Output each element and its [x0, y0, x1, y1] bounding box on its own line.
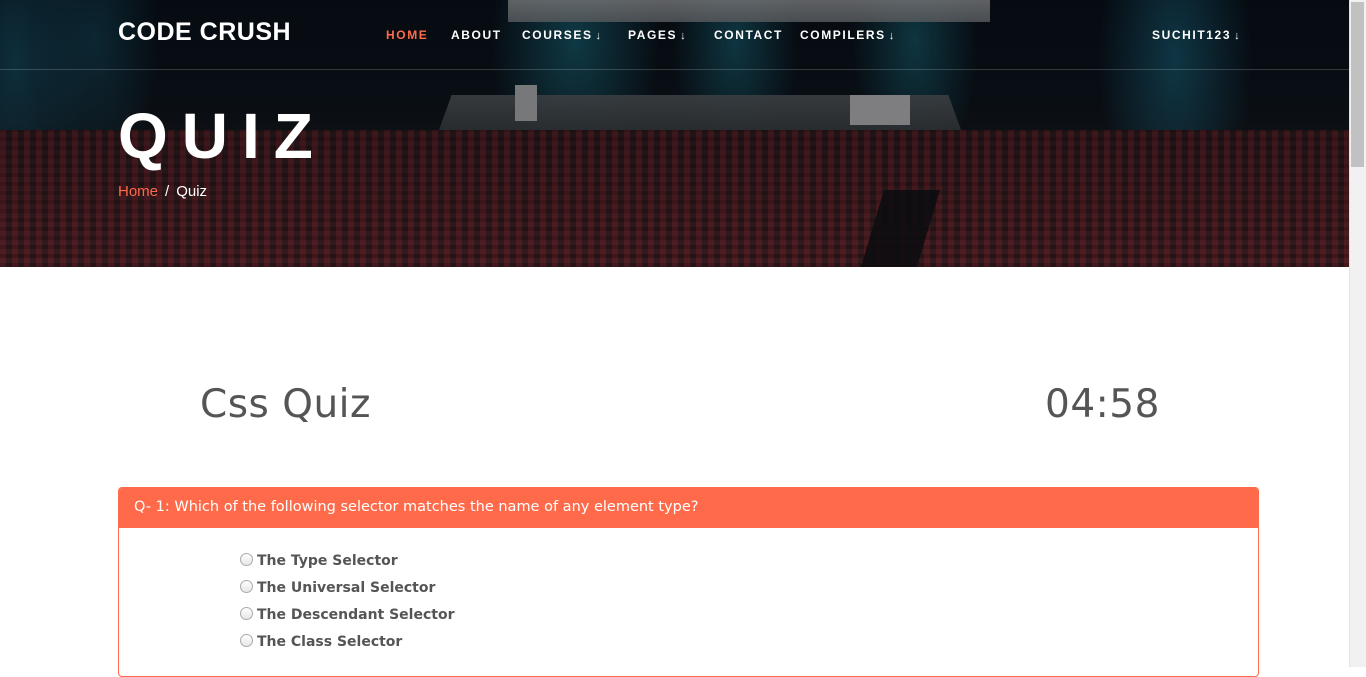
answer-options: The Type Selector The Universal Selector… — [240, 547, 454, 655]
answer-option-label: The Type Selector — [257, 552, 398, 569]
navbar: CODE CRUSH HOME ABOUT COURSES ↓ PAGES ↓ CO… — [0, 0, 1349, 70]
question-text: Q- 1: Which of the following selector ma… — [119, 488, 1258, 528]
nav-item-label: HOME — [386, 28, 429, 42]
answer-option-label: The Descendant Selector — [257, 606, 455, 623]
breadcrumb: Home / Quiz — [118, 183, 207, 200]
answer-option[interactable]: The Type Selector — [240, 547, 454, 574]
chevron-down-icon: ↓ — [595, 30, 603, 42]
chevron-down-icon: ↓ — [1234, 30, 1242, 42]
chevron-down-icon: ↓ — [680, 30, 688, 42]
username-label: SUCHIT123 — [1152, 28, 1232, 42]
nav-item-pages[interactable]: PAGES ↓ — [628, 28, 687, 42]
nav-item-label: COMPILERS — [800, 28, 886, 42]
nav-item-compilers[interactable]: COMPILERS ↓ — [800, 28, 896, 42]
nav-item-home[interactable]: HOME — [386, 28, 428, 42]
answer-option[interactable]: The Universal Selector — [240, 574, 454, 601]
breadcrumb-home-link[interactable]: Home — [118, 183, 158, 200]
nav-item-label: COURSES — [522, 28, 593, 42]
nav-item-about[interactable]: ABOUT — [451, 28, 502, 42]
nav-item-contact[interactable]: CONTACT — [714, 28, 783, 42]
question-card: Q- 1: Which of the following selector ma… — [118, 487, 1259, 677]
page-title: QUIZ — [118, 100, 327, 172]
chevron-down-icon: ↓ — [888, 30, 896, 42]
answer-option[interactable]: The Descendant Selector — [240, 601, 454, 628]
scrollbar-thumb[interactable] — [1351, 2, 1364, 167]
breadcrumb-separator: / — [165, 183, 170, 200]
answer-option[interactable]: The Class Selector — [240, 628, 454, 655]
radio-button[interactable] — [240, 553, 253, 566]
hero-banner: CODE CRUSH HOME ABOUT COURSES ↓ PAGES ↓ CO… — [0, 0, 1349, 267]
nav-item-label: ABOUT — [451, 28, 502, 42]
answer-option-label: The Universal Selector — [257, 579, 436, 596]
nav-item-label: PAGES — [628, 28, 678, 42]
quiz-timer: 04:58 — [1045, 382, 1160, 427]
quiz-title: Css Quiz — [200, 382, 371, 427]
radio-button[interactable] — [240, 634, 253, 647]
radio-button[interactable] — [240, 580, 253, 593]
nav-item-label: CONTACT — [714, 28, 783, 42]
breadcrumb-current: Quiz — [176, 183, 208, 200]
radio-button[interactable] — [240, 607, 253, 620]
site-logo[interactable]: CODE CRUSH — [118, 18, 291, 47]
answer-option-label: The Class Selector — [257, 633, 403, 650]
nav-item-courses[interactable]: COURSES ↓ — [522, 28, 603, 42]
user-menu[interactable]: SUCHIT123 ↓ — [1152, 28, 1241, 42]
